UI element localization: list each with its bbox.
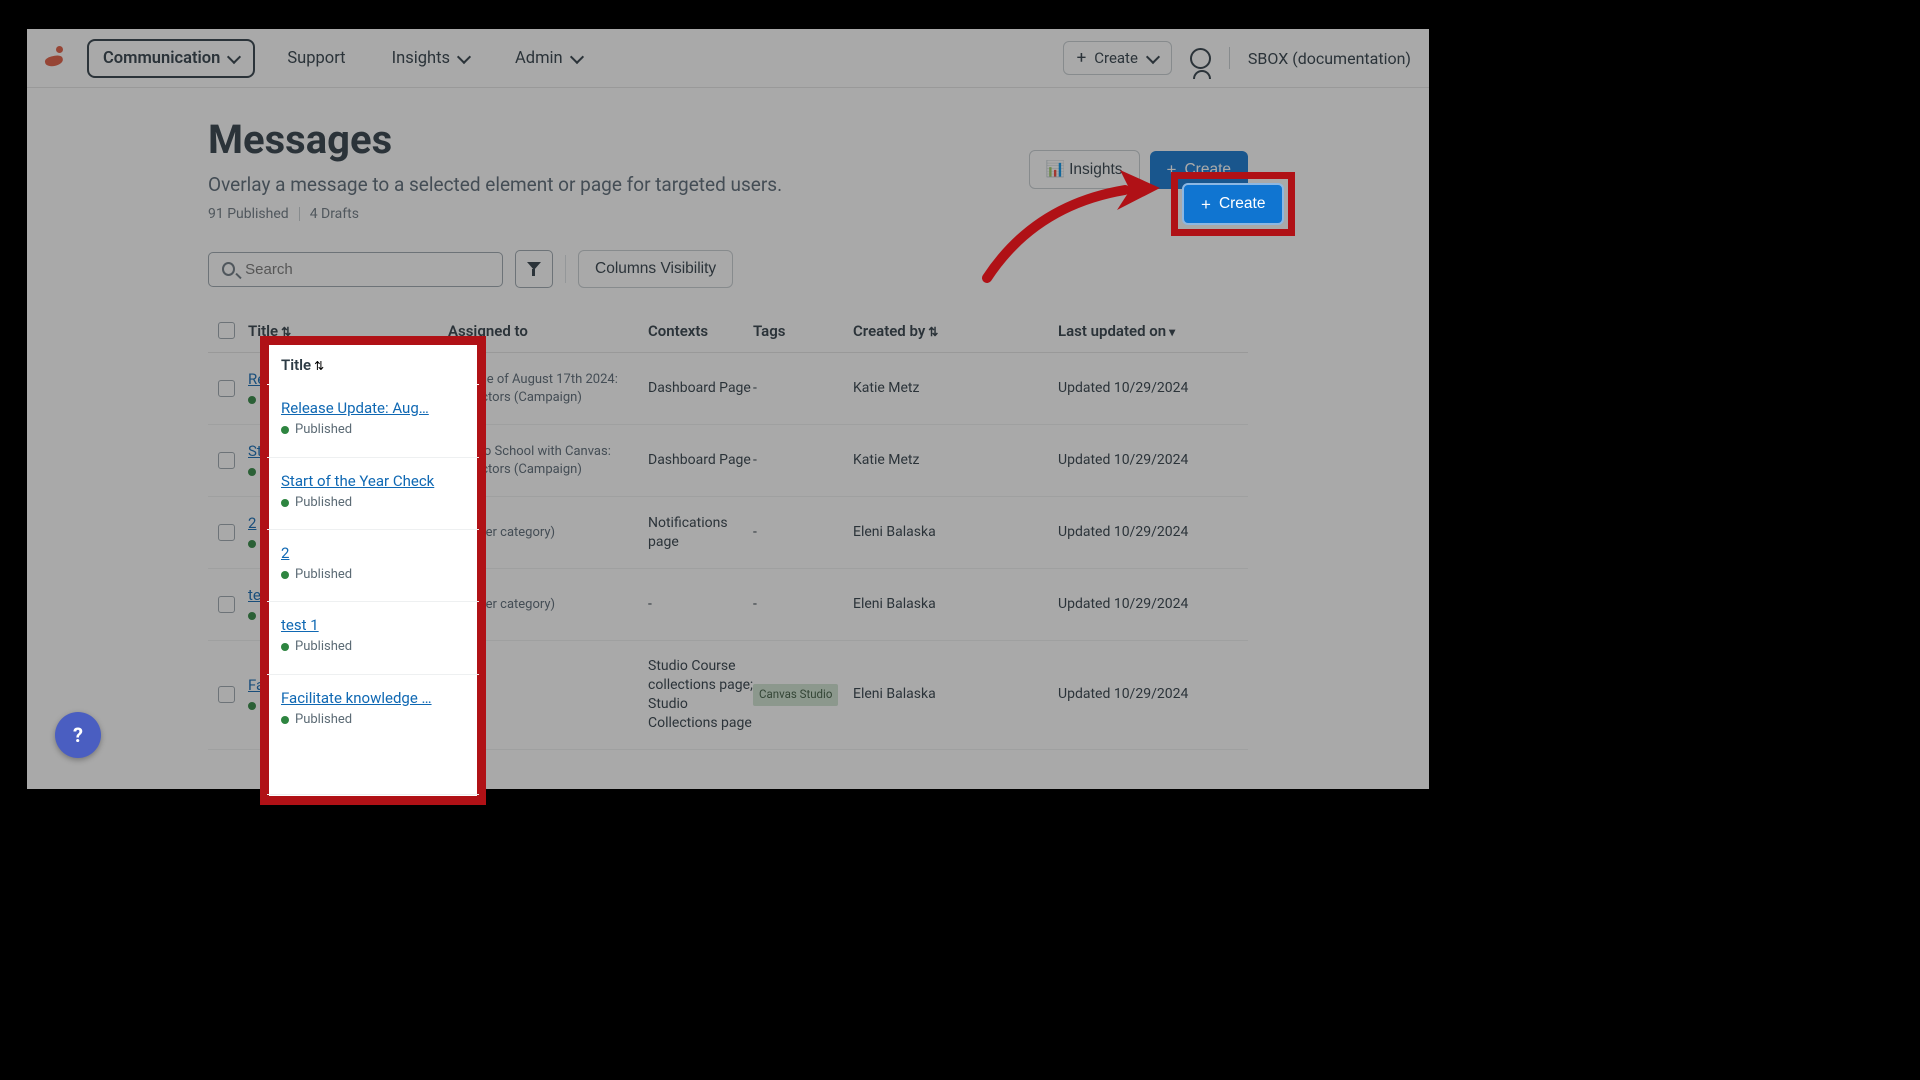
logo-icon xyxy=(45,46,69,70)
filter-button[interactable] xyxy=(515,250,553,288)
col-tags[interactable]: Tags xyxy=(753,322,853,340)
sort-icon: ⇅ xyxy=(928,325,938,339)
row-tags: - xyxy=(753,451,853,470)
row-updated: Updated 10/29/2024 xyxy=(1058,523,1238,542)
status-dot-icon xyxy=(281,716,289,724)
status-dot-icon xyxy=(281,499,289,507)
annotation-create-highlight: + Create xyxy=(1171,172,1295,236)
row-contexts: Dashboard Page xyxy=(648,451,753,470)
row-created-by: Eleni Balaska xyxy=(853,523,1058,542)
page-subtitle: Overlay a message to a selected element … xyxy=(208,173,1029,196)
row-updated: Updated 10/29/2024 xyxy=(1058,595,1238,614)
status-dot-icon xyxy=(248,468,256,476)
row-tags: - xyxy=(753,523,853,542)
row-status: Published xyxy=(295,422,352,437)
help-button[interactable]: ? xyxy=(55,712,101,758)
row-checkbox[interactable] xyxy=(218,596,235,613)
status-dot-icon xyxy=(281,643,289,651)
chevron-down-icon xyxy=(570,52,582,64)
row-contexts: - xyxy=(648,595,753,614)
row-tags: - xyxy=(753,379,853,398)
toolbar-divider xyxy=(565,255,566,283)
vertical-divider xyxy=(1229,47,1230,69)
search-box[interactable] xyxy=(208,252,503,287)
page-meta: 91 Published 4 Drafts xyxy=(208,206,1029,222)
row-checkbox[interactable] xyxy=(218,380,235,397)
row-title-link[interactable]: Start of the Year Check xyxy=(281,472,446,490)
status-dot-icon xyxy=(281,571,289,579)
row-checkbox[interactable] xyxy=(218,686,235,703)
status-dot-icon xyxy=(248,540,256,548)
page-title: Messages xyxy=(208,116,1029,163)
chevron-down-icon xyxy=(457,52,469,64)
search-input[interactable] xyxy=(245,261,489,278)
nav-insights[interactable]: Insights xyxy=(378,41,483,76)
drafts-count: 4 Drafts xyxy=(310,206,359,222)
row-contexts: Studio Course collections page; Studio C… xyxy=(648,657,753,733)
chevron-down-icon xyxy=(1146,52,1158,64)
row-created-by: Katie Metz xyxy=(853,451,1058,470)
funnel-icon xyxy=(527,262,542,277)
row-status: Published xyxy=(295,495,352,510)
user-icon[interactable] xyxy=(1190,48,1211,69)
nav-communication[interactable]: Communication xyxy=(87,39,255,78)
row-title-link[interactable]: Facilitate knowledge … xyxy=(281,689,446,707)
row-title-link[interactable]: Release Update: Aug… xyxy=(281,399,446,417)
row-status: Published xyxy=(295,712,352,727)
row-contexts: Dashboard Page xyxy=(648,379,753,398)
top-bar-right: + Create SBOX (documentation) xyxy=(1063,41,1411,75)
plus-icon: + xyxy=(1077,50,1087,67)
sort-desc-icon: ▾ xyxy=(1169,325,1175,339)
row-status: Published xyxy=(295,567,352,582)
status-dot-icon xyxy=(281,426,289,434)
annotation-title-column-highlight: Title⇅ Release Update: Aug… Published St… xyxy=(260,336,486,805)
row-checkbox[interactable] xyxy=(218,524,235,541)
select-all-checkbox[interactable] xyxy=(218,322,235,339)
search-icon xyxy=(222,262,235,276)
published-count: 91 Published xyxy=(208,206,289,222)
status-dot-icon xyxy=(248,396,256,404)
environment-label[interactable]: SBOX (documentation) xyxy=(1248,49,1411,68)
nav-support[interactable]: Support xyxy=(273,41,359,76)
row-created-by: Eleni Balaska xyxy=(853,595,1058,614)
meta-divider xyxy=(299,207,300,221)
row-tags: - xyxy=(753,595,853,614)
top-bar: Communication Support Insights Admin + C… xyxy=(27,29,1429,88)
row-updated: Updated 10/29/2024 xyxy=(1058,451,1238,470)
row-created-by: Eleni Balaska xyxy=(853,685,1058,704)
col-updated[interactable]: Last updated on▾ xyxy=(1058,322,1238,340)
row-created-by: Katie Metz xyxy=(853,379,1058,398)
topbar-create-button[interactable]: + Create xyxy=(1063,41,1172,75)
status-dot-icon xyxy=(248,702,256,710)
row-tags: Canvas Studio xyxy=(753,684,853,706)
app-frame: Communication Support Insights Admin + C… xyxy=(27,29,1429,789)
row-status: Published xyxy=(295,639,352,654)
row-updated: Updated 10/29/2024 xyxy=(1058,379,1238,398)
chevron-down-icon xyxy=(227,52,239,64)
columns-visibility-button[interactable]: Columns Visibility xyxy=(578,250,733,288)
tag-chip: Canvas Studio xyxy=(753,684,838,706)
row-updated: Updated 10/29/2024 xyxy=(1058,685,1238,704)
nav-communication-label: Communication xyxy=(103,49,220,68)
nav-admin[interactable]: Admin xyxy=(501,41,596,76)
status-dot-icon xyxy=(248,612,256,620)
col-contexts[interactable]: Contexts xyxy=(648,322,753,340)
plus-icon: + xyxy=(1201,196,1211,213)
row-checkbox[interactable] xyxy=(218,452,235,469)
row-contexts: Notifications page xyxy=(648,514,753,552)
create-button-highlighted[interactable]: + Create xyxy=(1182,183,1284,225)
row-title-link[interactable]: 2 xyxy=(281,544,446,562)
col-created[interactable]: Created by⇅ xyxy=(853,322,1058,340)
row-title-link[interactable]: test 1 xyxy=(281,616,446,634)
annotation-arrow xyxy=(975,160,1175,290)
top-nav: Communication Support Insights Admin xyxy=(87,39,596,78)
